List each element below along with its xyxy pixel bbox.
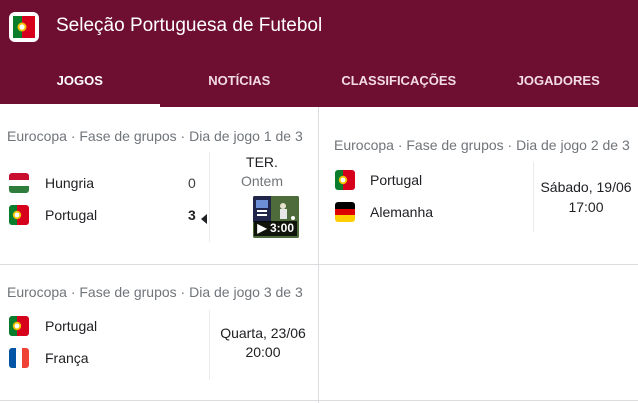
hungary-flag-icon — [9, 173, 29, 193]
match-meta: Eurocopa · Fase de grupos · Dia de jogo … — [7, 284, 303, 300]
winner-indicator-icon — [201, 211, 207, 227]
tab-classificacoes[interactable]: CLASSIFICAÇÕES — [319, 62, 479, 107]
play-icon: ▶ — [257, 221, 267, 235]
match-date: Quarta, 23/06 — [220, 325, 306, 341]
match-card-3[interactable]: Eurocopa · Fase de grupos · Dia de jogo … — [0, 265, 318, 400]
row-divider — [318, 264, 638, 265]
team-name: Alemanha — [370, 204, 434, 220]
video-duration: ▶ 3:00 — [254, 221, 297, 236]
match-time: 20:00 — [245, 344, 281, 360]
match-card-1[interactable]: Eurocopa · Fase de grupos · Dia de jogo … — [0, 107, 318, 264]
page-title: Seleção Portuguesa de Futebol — [56, 15, 323, 36]
france-flag-icon — [9, 348, 29, 368]
match-meta: Eurocopa · Fase de grupos · Dia de jogo … — [7, 128, 303, 144]
team-name: França — [45, 350, 89, 366]
duration-label: 3:00 — [269, 221, 294, 235]
match-meta: Eurocopa · Fase de grupos · Dia de jogo … — [334, 137, 630, 153]
portugal-flag-icon — [13, 16, 35, 38]
match-card-2[interactable]: Eurocopa · Fase de grupos · Dia de jogo … — [319, 107, 638, 264]
bottom-divider — [0, 400, 638, 401]
team-name: Portugal — [45, 318, 98, 334]
match-date: Sábado, 19/06 — [540, 179, 632, 195]
tab-jogos[interactable]: JOGOS — [0, 62, 160, 107]
tab-bar: JOGOS NOTÍCIAS CLASSIFICAÇÕES JOGADORES — [0, 62, 638, 107]
match-inner-divider — [209, 152, 210, 242]
app-header: Seleção Portuguesa de Futebol JOGOS NOTÍ… — [0, 0, 638, 107]
portugal-flag-icon — [9, 205, 29, 225]
portugal-flag-icon — [9, 316, 29, 336]
match-inner-divider — [533, 162, 534, 232]
team-name: Portugal — [45, 207, 98, 223]
team-logo[interactable] — [9, 12, 39, 42]
portugal-flag-icon — [335, 170, 355, 190]
match-date: Ontem — [240, 173, 283, 189]
tab-noticias[interactable]: NOTÍCIAS — [160, 62, 320, 107]
match-inner-divider — [209, 310, 210, 380]
team-name: Hungria — [45, 175, 95, 191]
video-thumbnail[interactable]: ▶ 3:00 — [253, 196, 299, 238]
team-name: Portugal — [370, 172, 423, 188]
tab-jogadores[interactable]: JOGADORES — [479, 62, 638, 107]
germany-flag-icon — [335, 202, 355, 222]
match-time: 17:00 — [568, 199, 604, 215]
team-score: 3 — [188, 207, 196, 223]
team-score: 0 — [188, 175, 196, 191]
match-day: TER. — [246, 154, 278, 170]
